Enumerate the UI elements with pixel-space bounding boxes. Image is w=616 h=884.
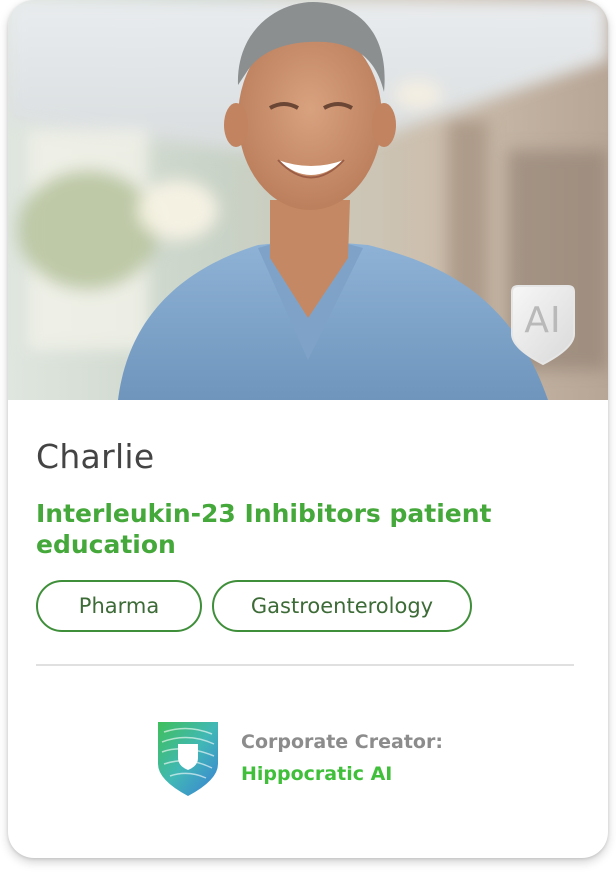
creator-label: Corporate Creator:	[241, 731, 443, 753]
ai-badge-text: AI	[524, 300, 562, 341]
agent-card[interactable]: AI Charlie Interleukin-23 Inhibitors pat…	[8, 0, 608, 858]
tag-gastroenterology[interactable]: Gastroenterology	[212, 580, 472, 632]
agent-description: Interleukin-23 Inhibitors patient educat…	[36, 499, 492, 559]
tag-pharma[interactable]: Pharma	[36, 580, 202, 632]
tag-list: Pharma Gastroenterology	[36, 580, 472, 632]
profile-photo: AI	[8, 0, 608, 400]
ai-badge: AI	[510, 284, 576, 366]
creator-section: Corporate Creator: Hippocratic AI	[154, 716, 484, 798]
hippocratic-ai-logo-icon	[154, 716, 222, 798]
creator-name-link[interactable]: Hippocratic AI	[241, 763, 392, 785]
agent-name: Charlie	[36, 437, 155, 476]
divider	[36, 664, 574, 666]
